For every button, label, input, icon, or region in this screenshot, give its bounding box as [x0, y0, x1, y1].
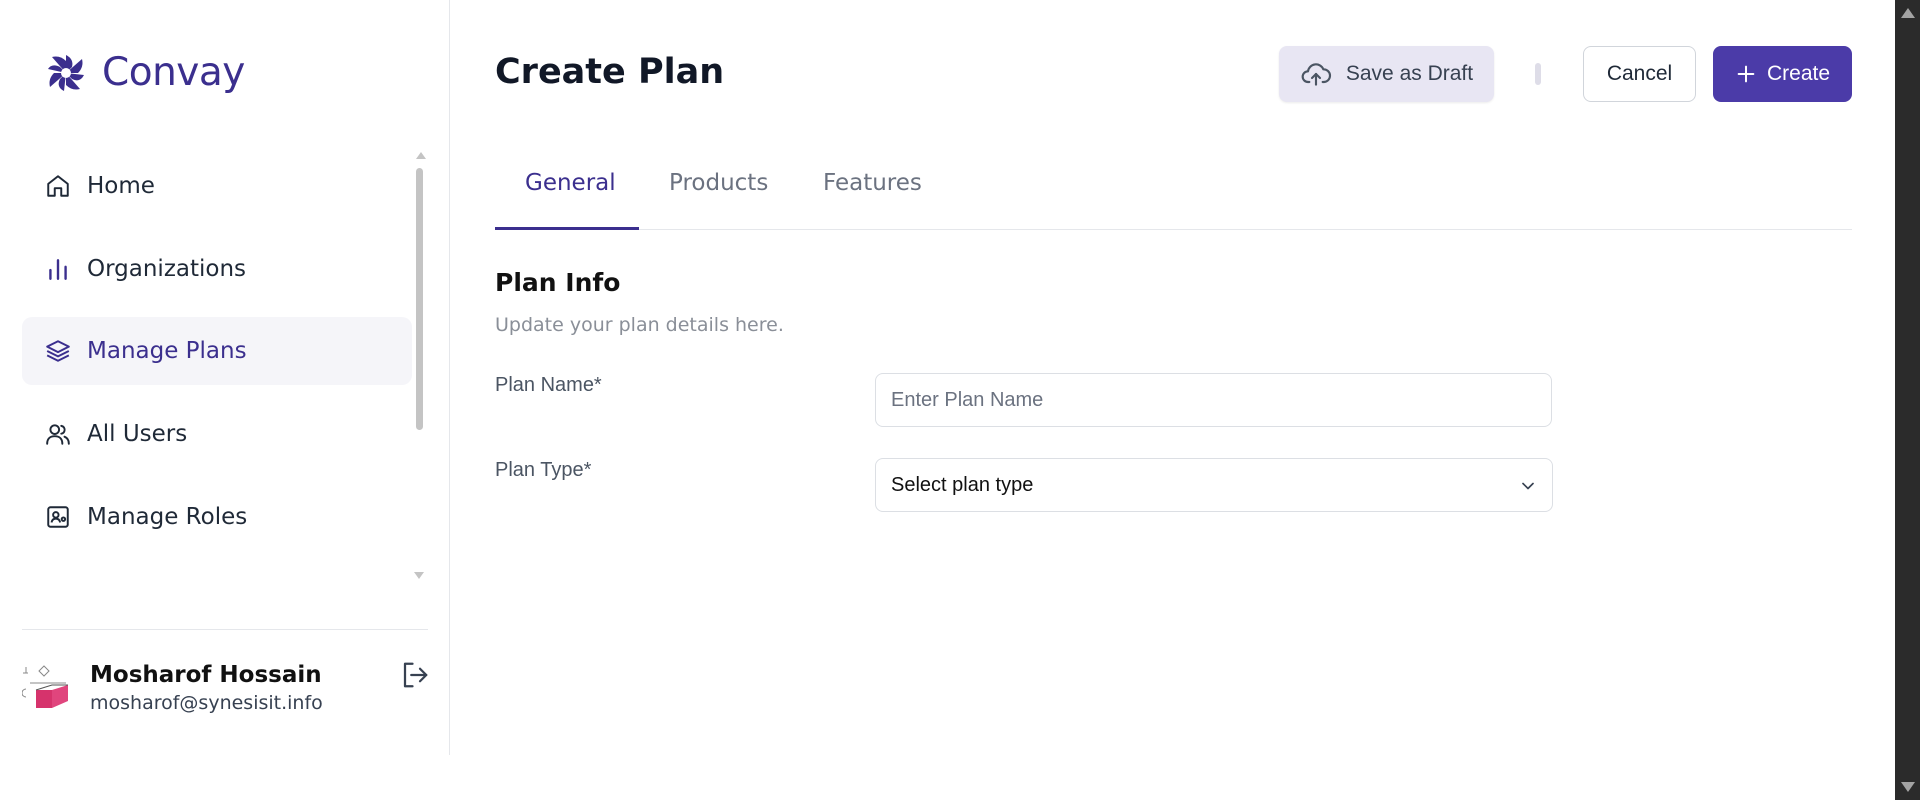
sidebar-item-label: Organizations: [87, 256, 247, 282]
sidebar: Convay Home Organizations Manage Plans A…: [0, 0, 450, 755]
sidebar-item-label: Home: [87, 173, 155, 199]
convay-logo-icon: [48, 54, 84, 91]
id-card-icon: [44, 503, 72, 531]
section-subtitle: Update your plan details here.: [495, 314, 784, 336]
cancel-button[interactable]: Cancel: [1583, 46, 1696, 102]
bar-chart-icon: [44, 255, 72, 283]
tab-products[interactable]: Products: [669, 152, 768, 230]
plan-type-label: Plan Type*: [495, 459, 592, 481]
section-title: Plan Info: [495, 268, 621, 297]
save-as-draft-button[interactable]: Save as Draft: [1279, 46, 1494, 102]
tab-general[interactable]: General: [525, 152, 616, 230]
tab-bar: General Products Features: [495, 152, 1852, 230]
avatar: [22, 665, 68, 708]
sidebar-item-manage-plans[interactable]: Manage Plans: [22, 317, 412, 385]
user-name: Mosharof Hossain: [90, 662, 322, 688]
home-icon: [44, 172, 72, 200]
tab-label: Features: [823, 170, 922, 196]
sidebar-item-home[interactable]: Home: [22, 152, 412, 220]
create-label: Create: [1766, 62, 1831, 85]
header-separator: [1535, 63, 1541, 85]
create-button[interactable]: Create: [1713, 46, 1852, 102]
divider: [22, 629, 428, 630]
plan-name-input[interactable]: [875, 373, 1552, 427]
plan-type-select[interactable]: Select plan type: [875, 458, 1553, 512]
brand-name: Convay: [102, 50, 245, 95]
sidebar-item-organizations[interactable]: Organizations: [22, 235, 412, 303]
plan-name-label: Plan Name*: [495, 374, 602, 396]
page-title: Create Plan: [495, 52, 725, 92]
brand-logo[interactable]: Convay: [44, 50, 245, 95]
plan-type-value: Select plan type: [891, 473, 1034, 496]
scroll-down-arrow[interactable]: [1901, 782, 1915, 792]
sidebar-scroll-up-arrow[interactable]: [416, 152, 426, 159]
sidebar-scroll-down-arrow[interactable]: [414, 572, 424, 579]
sidebar-scrollbar-thumb[interactable]: [416, 168, 423, 430]
cancel-label: Cancel: [1606, 62, 1673, 85]
cloud-upload-icon: [1301, 63, 1331, 86]
user-profile: Mosharof Hossain mosharof@synesisit.info: [22, 660, 430, 720]
tab-label: Products: [669, 170, 769, 196]
sidebar-item-all-users[interactable]: All Users: [22, 400, 412, 468]
sidebar-item-manage-roles[interactable]: Manage Roles: [22, 483, 412, 551]
sidebar-item-label: Manage Plans: [87, 338, 247, 364]
plus-icon: [1737, 65, 1755, 83]
user-email: mosharof@synesisit.info: [90, 692, 323, 714]
save-as-draft-label: Save as Draft: [1345, 62, 1474, 85]
tab-features[interactable]: Features: [823, 152, 922, 230]
window-scrollbar[interactable]: [1895, 0, 1920, 800]
logout-icon[interactable]: [400, 660, 430, 690]
sidebar-item-label: All Users: [87, 421, 188, 447]
chevron-down-icon: [1522, 482, 1534, 490]
sidebar-nav: Home Organizations Manage Plans All User…: [22, 152, 412, 582]
users-icon: [44, 420, 72, 448]
active-tab-indicator: [495, 227, 639, 230]
scroll-up-arrow[interactable]: [1901, 8, 1915, 18]
sidebar-item-label: Manage Roles: [87, 504, 248, 530]
layers-icon: [44, 337, 72, 365]
tab-label: General: [525, 170, 616, 196]
